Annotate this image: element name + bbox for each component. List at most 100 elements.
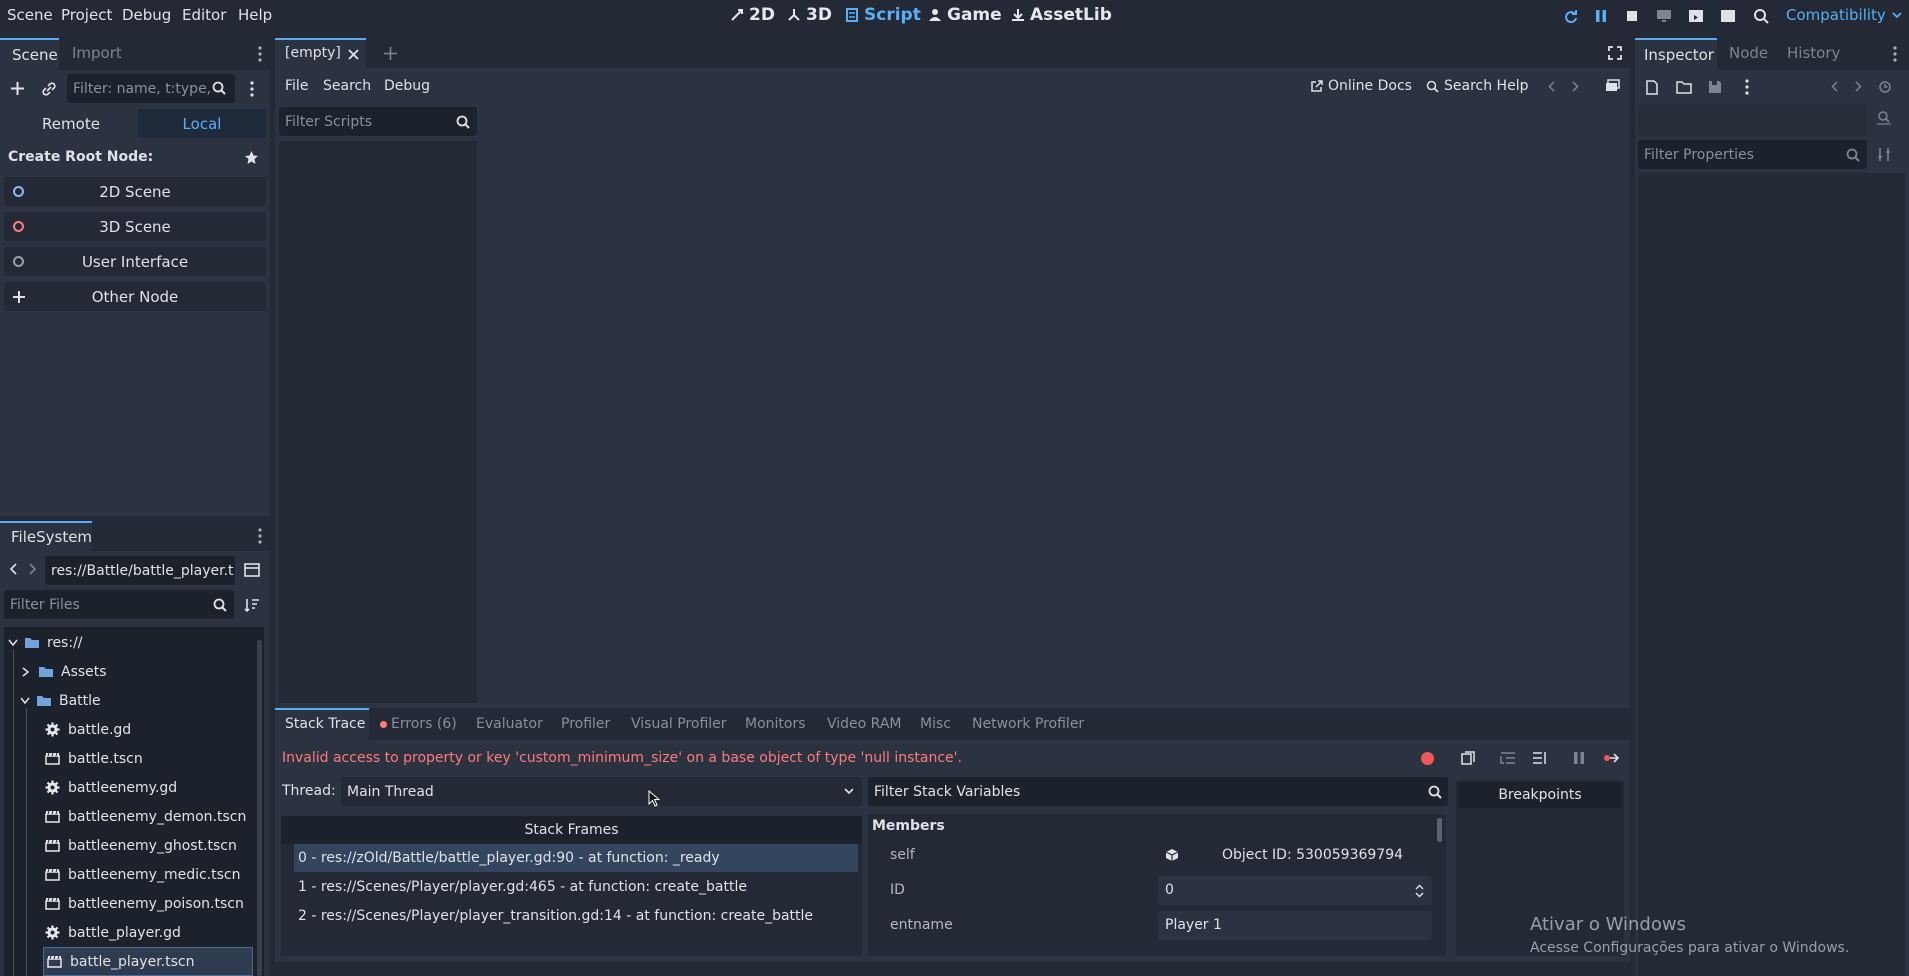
inspector-back-button[interactable] [1831,81,1838,92]
id-spinbox[interactable]: 0 [1158,876,1432,905]
tab-empty-script[interactable]: [empty] [275,38,366,68]
tab-node[interactable]: Node [1729,44,1768,62]
script-menu-debug[interactable]: Debug [384,78,430,94]
tree-file-row[interactable]: battleenemy.gd [45,773,177,802]
fs-back-button[interactable] [9,563,17,575]
tree-file-row[interactable]: battle.gd [45,715,131,744]
filter-properties-input[interactable]: Filter Properties [1638,140,1867,169]
tab-monitors[interactable]: Monitors [745,716,806,732]
stack-frame-row[interactable]: 2 - res://Scenes/Player/player_transitio… [294,902,858,930]
favorite-button[interactable] [244,150,259,165]
add-node-button[interactable] [10,81,25,96]
close-icon[interactable] [348,49,359,60]
inspector-options-button[interactable] [1745,79,1749,95]
create-other-node-button[interactable]: Other Node [4,282,266,311]
tree-file-row[interactable]: battle.tscn [45,744,143,773]
script-menu-file[interactable]: File [285,78,308,94]
fs-path-input[interactable]: res://Battle/battle_player.t [45,556,235,585]
script-back-button[interactable] [1548,81,1555,92]
remote-button[interactable]: Remote [4,109,138,138]
online-docs-button[interactable]: Online Docs [1310,78,1412,94]
movie-maker-button[interactable] [1751,6,1771,26]
thread-select[interactable]: Main Thread [341,777,862,806]
tab-video-ram[interactable]: Video RAM [827,716,902,732]
tree-folder-row[interactable]: Assets [20,657,107,686]
tab-scene[interactable]: Scene [0,38,59,70]
chevron-down-icon[interactable] [8,639,18,647]
record-icon[interactable] [1421,752,1434,765]
stack-frame-row[interactable]: 0 - res://zOld/Battle/battle_player.gd:9… [294,844,858,872]
open-resource-button[interactable] [1676,80,1692,94]
tab-profiler[interactable]: Profiler [561,716,610,732]
new-resource-button[interactable] [1645,80,1659,95]
scene-filter-input[interactable]: Filter: name, t:type, [67,74,235,103]
step-into-button[interactable] [1500,751,1516,765]
tree-file-row[interactable]: battleenemy_poison.tscn [45,889,244,918]
member-value[interactable]: Object ID: 530059369794 [1222,847,1403,863]
create-3d-scene-button[interactable]: 3D Scene [4,212,266,241]
float-window-button[interactable] [1605,79,1620,92]
distraction-free-button[interactable] [1608,46,1622,60]
mode-script-button[interactable]: Script [845,5,921,25]
remote-debug-button[interactable] [1654,6,1674,26]
stop-button[interactable] [1622,6,1642,26]
tree-file-row[interactable]: battle_player.gd [45,918,181,947]
menu-scene[interactable]: Scene [7,6,53,24]
tree-folder-row[interactable]: Battle [20,686,101,715]
inspector-forward-button[interactable] [1855,81,1862,92]
tab-misc[interactable]: Misc [920,716,951,732]
stack-frame-row[interactable]: 1 - res://Scenes/Player/player.gd:465 - … [294,873,858,901]
script-menu-search[interactable]: Search [323,78,371,94]
renderer-selector[interactable]: Compatibility [1786,6,1902,24]
tree-file-row[interactable]: battleenemy_medic.tscn [45,860,241,889]
fs-scrollbar[interactable] [257,640,262,976]
fs-forward-button[interactable] [29,563,37,575]
create-ui-button[interactable]: User Interface [4,247,266,276]
play-scene-button[interactable] [1686,6,1706,26]
new-tab-button[interactable] [384,47,397,60]
break-button[interactable] [1573,751,1585,765]
object-selector[interactable] [1638,104,1867,136]
tab-history[interactable]: History [1787,44,1840,62]
chevron-down-icon[interactable] [20,697,30,705]
tab-inspector[interactable]: Inspector [1635,38,1717,70]
tab-evaluator[interactable]: Evaluator [476,716,543,732]
tab-filesystem[interactable]: FileSystem [0,521,92,551]
filter-scripts-input[interactable]: Filter Scripts [279,107,477,136]
scene-options-button[interactable] [250,81,254,97]
tab-visual-profiler[interactable]: Visual Profiler [631,716,727,732]
tab-stack-trace[interactable]: Stack Trace [275,708,369,740]
fs-sort-button[interactable] [244,597,260,613]
pause-button[interactable] [1591,6,1611,26]
mode-assetlib-button[interactable]: AssetLib [1011,5,1112,25]
tree-file-row[interactable]: battleenemy_demon.tscn [45,802,246,831]
open-documentation-button[interactable] [1876,110,1892,126]
inspector-tools-button[interactable] [1877,147,1892,162]
copy-error-button[interactable] [1461,751,1475,765]
play-custom-scene-button[interactable] [1718,6,1738,26]
tree-file-row[interactable]: battleenemy_ghost.tscn [45,831,237,860]
tree-folder-row[interactable]: res:// [8,628,83,657]
chevron-right-icon[interactable] [22,666,30,677]
create-2d-scene-button[interactable]: 2D Scene [4,177,266,206]
local-button[interactable]: Local [138,109,266,138]
filesystem-menu-button[interactable] [258,528,262,544]
fs-layout-toggle-button[interactable] [244,562,260,578]
inspector-menu-button[interactable] [1893,46,1897,62]
instance-scene-button[interactable] [41,81,57,97]
tab-import[interactable]: Import [72,44,122,62]
mode-3d-button[interactable]: 3D [787,5,832,25]
mode-game-button[interactable]: Game [928,5,1002,25]
continue-button[interactable] [1603,752,1619,764]
tab-network-profiler[interactable]: Network Profiler [972,716,1084,732]
tree-file-row[interactable]: battle_player.tscn [43,947,253,976]
tab-errors[interactable]: Errors (6) [380,716,457,732]
search-help-button[interactable]: Search Help [1426,78,1528,94]
script-list[interactable] [279,141,477,703]
save-resource-button[interactable] [1708,80,1722,94]
scene-dock-menu-button[interactable] [258,46,262,62]
filter-stack-vars-input[interactable]: Filter Stack Variables [868,777,1448,806]
object-history-button[interactable] [1878,80,1892,94]
entname-field[interactable]: Player 1 [1158,911,1432,940]
reload-button[interactable] [1561,6,1581,26]
